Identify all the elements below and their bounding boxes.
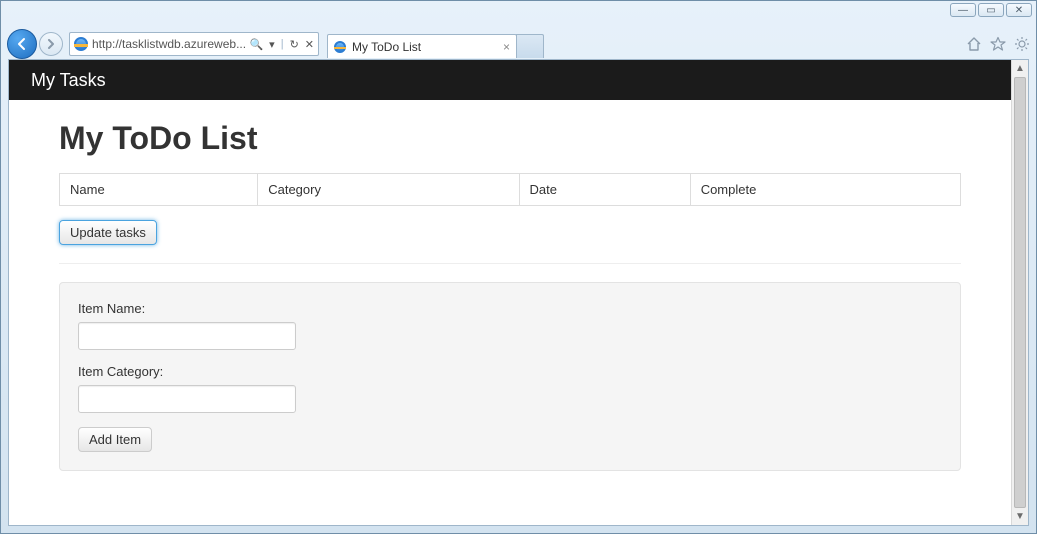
col-complete: Complete <box>690 174 960 206</box>
navbar-brand[interactable]: My Tasks <box>31 70 106 91</box>
tab-close-button[interactable]: × <box>503 40 510 54</box>
address-controls: 🔍 ▾ | ↻ ✕ <box>249 38 314 51</box>
browser-window: — ▭ ✕ http://tasklistwdb.azureweb... 🔍 ▾… <box>0 0 1037 534</box>
update-tasks-button[interactable]: Update tasks <box>59 220 157 245</box>
ie-right-icons <box>966 36 1030 52</box>
window-controls: — ▭ ✕ <box>950 3 1032 17</box>
address-url: http://tasklistwdb.azureweb... <box>92 37 246 51</box>
page-content: My Tasks My ToDo List Name Category Date… <box>9 60 1011 525</box>
page-viewport: My Tasks My ToDo List Name Category Date… <box>8 59 1029 526</box>
navbar: My Tasks <box>9 60 1011 100</box>
col-category: Category <box>258 174 519 206</box>
tab-active[interactable]: My ToDo List × <box>327 34 517 58</box>
ie-logo-icon <box>74 37 88 51</box>
vertical-scrollbar[interactable]: ▲ ▼ <box>1011 60 1028 525</box>
refresh-icon[interactable]: ↻ <box>290 38 299 51</box>
main-container: My ToDo List Name Category Date Complete… <box>9 100 1011 491</box>
window-close-button[interactable]: ✕ <box>1006 3 1032 17</box>
window-minimize-button[interactable]: — <box>950 3 976 17</box>
new-tab-button[interactable] <box>516 34 544 58</box>
item-category-input[interactable] <box>78 385 296 413</box>
home-icon[interactable] <box>966 36 982 52</box>
scroll-down-button[interactable]: ▼ <box>1012 508 1028 525</box>
tasks-table: Name Category Date Complete <box>59 173 961 206</box>
ie-toolbar: http://tasklistwdb.azureweb... 🔍 ▾ | ↻ ✕… <box>1 29 1036 59</box>
ie-logo-icon <box>334 41 346 53</box>
add-item-form: Item Name: Item Category: Add Item <box>59 282 961 471</box>
scroll-thumb[interactable] <box>1014 77 1026 508</box>
nav-back-button[interactable] <box>7 29 37 59</box>
section-divider <box>59 263 961 264</box>
arrow-left-icon <box>15 37 29 51</box>
nav-forward-button[interactable] <box>39 32 63 56</box>
search-icon[interactable]: 🔍 <box>249 38 263 51</box>
item-category-label: Item Category: <box>78 364 942 379</box>
arrow-right-icon <box>46 39 56 49</box>
item-name-label: Item Name: <box>78 301 942 316</box>
col-date: Date <box>519 174 690 206</box>
tools-icon[interactable] <box>1014 36 1030 52</box>
address-bar[interactable]: http://tasklistwdb.azureweb... 🔍 ▾ | ↻ ✕ <box>69 32 319 56</box>
tab-strip: My ToDo List × <box>327 30 544 58</box>
page-title: My ToDo List <box>59 120 961 157</box>
window-maximize-button[interactable]: ▭ <box>978 3 1004 17</box>
favorites-icon[interactable] <box>990 36 1006 52</box>
item-name-input[interactable] <box>78 322 296 350</box>
stop-icon[interactable]: ✕ <box>305 38 314 51</box>
address-separator: | <box>281 38 284 50</box>
search-dropdown-icon[interactable]: ▾ <box>269 38 275 51</box>
col-name: Name <box>60 174 258 206</box>
scroll-up-button[interactable]: ▲ <box>1012 60 1028 77</box>
add-item-button[interactable]: Add Item <box>78 427 152 452</box>
tab-title: My ToDo List <box>352 40 421 54</box>
table-header-row: Name Category Date Complete <box>60 174 961 206</box>
